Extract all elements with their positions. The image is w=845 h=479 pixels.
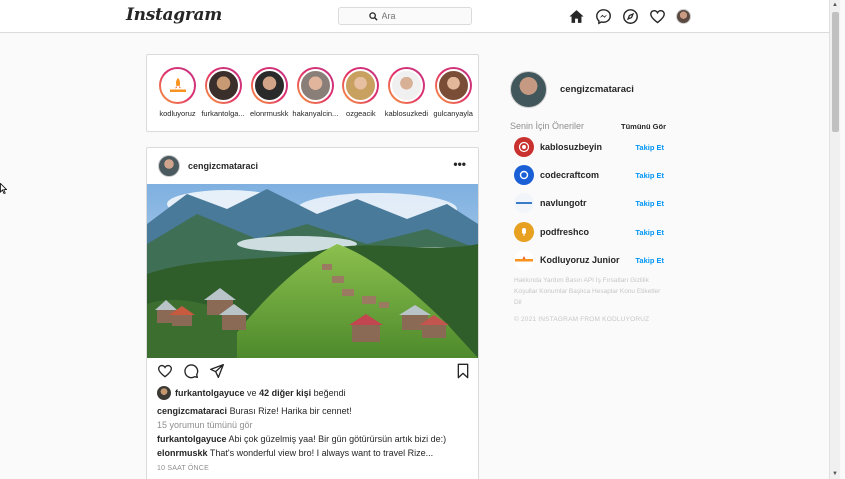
post-author-username[interactable]: cengizcmataraci xyxy=(188,161,258,171)
caption-username[interactable]: cengizcmataraci xyxy=(157,406,227,416)
likes-suffix: beğendi xyxy=(313,388,346,398)
story-username: ozgeacik xyxy=(346,109,376,118)
view-all-comments-link[interactable]: 15 yorumun tümünü gör xyxy=(157,420,253,430)
story-item[interactable]: kablosuzkedi xyxy=(384,67,429,131)
messenger-icon[interactable] xyxy=(595,8,612,25)
story-item[interactable]: kodluyoruz xyxy=(159,67,196,131)
search-icon xyxy=(368,11,378,21)
instagram-logo[interactable]: Instagram xyxy=(126,5,222,25)
story-avatar xyxy=(389,69,423,102)
follow-button[interactable]: Takip Et xyxy=(635,256,664,265)
follow-button[interactable]: Takip Et xyxy=(635,199,664,208)
footer-links[interactable]: Hakkında Yardım Basın API İş Fırsatları … xyxy=(514,275,664,308)
comment-text: That's wonderful view bro! I always want… xyxy=(209,448,434,458)
search-box[interactable] xyxy=(338,7,472,25)
suggestion-username[interactable]: codecraftcom xyxy=(540,170,599,180)
liker-username[interactable]: furkantolgayuce xyxy=(175,388,245,398)
current-user-avatar[interactable] xyxy=(510,71,547,108)
post-photo[interactable] xyxy=(147,184,478,358)
comment-text: Abi çok güzelmiş yaa! Bir gün götürürsün… xyxy=(228,434,447,444)
likes-others-count[interactable]: 42 diğer kişi xyxy=(259,388,311,398)
story-item[interactable]: hakanyalcin... xyxy=(292,67,339,131)
search-input[interactable] xyxy=(381,11,442,21)
suggestion-item: navlungotr Takip Et xyxy=(514,193,664,213)
current-user-username[interactable]: cengizcmataraci xyxy=(560,84,634,95)
story-username: elonrmuskk xyxy=(250,109,289,118)
story-username: kodluyoruz xyxy=(159,109,196,118)
story-item[interactable]: furkantolga... xyxy=(201,67,245,131)
scroll-down-icon[interactable]: ▼ xyxy=(832,471,838,477)
story-item[interactable]: gulcanyayla xyxy=(433,67,473,131)
likes-conjunction: ve xyxy=(247,388,257,398)
post-header: cengizcmataraci ••• xyxy=(147,148,478,184)
suggestion-item: podfreshco Takip Et xyxy=(514,222,664,242)
story-avatar xyxy=(252,69,286,102)
page-scrollbar[interactable]: ▲ ▼ xyxy=(829,0,840,479)
mouse-cursor-icon xyxy=(0,183,7,194)
current-user: cengizcmataraci xyxy=(510,71,634,108)
suggestions-title: Senin İçin Öneriler xyxy=(510,121,585,131)
suggestion-username[interactable]: Kodluyoruz Junior xyxy=(540,255,620,265)
story-username: hakanyalcin... xyxy=(292,109,339,118)
suggestion-username[interactable]: kablosuzbeyin xyxy=(540,142,602,152)
scroll-up-icon[interactable]: ▲ xyxy=(832,2,838,8)
story-avatar xyxy=(344,69,378,102)
follow-button[interactable]: Takip Et xyxy=(635,171,664,180)
copyright-text: © 2021 INSTAGRAM FROM KODLUYORUZ xyxy=(514,316,650,323)
story-username: kablosuzkedi xyxy=(384,109,429,118)
like-heart-icon[interactable] xyxy=(157,363,173,379)
post-timestamp: 10 SAAT ÖNCE xyxy=(157,465,209,472)
suggestion-avatar[interactable] xyxy=(514,165,534,185)
post-caption: cengizcmataraci Burası Rize! Harika bir … xyxy=(157,406,352,416)
feed-post: cengizcmataraci ••• furkantolgayuce ve 4… xyxy=(146,147,479,479)
comment-item: elonrmuskk That's wonderful view bro! I … xyxy=(157,448,433,458)
suggestion-avatar[interactable] xyxy=(514,193,534,213)
story-item[interactable]: elonrmuskk xyxy=(250,67,288,131)
story-avatar xyxy=(436,69,470,102)
suggestion-avatar[interactable] xyxy=(514,250,534,270)
suggestion-avatar[interactable] xyxy=(514,137,534,157)
home-icon[interactable] xyxy=(568,8,585,25)
story-username: furkantolga... xyxy=(201,109,245,118)
comment-username[interactable]: furkantolgayuce xyxy=(157,434,227,444)
nav-icons xyxy=(568,8,691,24)
comment-icon[interactable] xyxy=(183,363,199,379)
suggestion-avatar[interactable] xyxy=(514,222,534,242)
story-username: gulcanyayla xyxy=(433,109,473,118)
story-avatar xyxy=(298,69,332,102)
explore-icon[interactable] xyxy=(622,8,639,25)
suggestion-username[interactable]: podfreshco xyxy=(540,227,589,237)
heart-icon[interactable] xyxy=(649,8,666,25)
likes-summary: furkantolgayuce ve 42 diğer kişi beğendi xyxy=(157,386,346,400)
comment-item: furkantolgayuce Abi çok güzelmiş yaa! Bi… xyxy=(157,434,446,444)
profile-avatar[interactable] xyxy=(676,8,691,24)
share-icon[interactable] xyxy=(209,363,225,379)
comment-username[interactable]: elonrmuskk xyxy=(157,448,208,458)
suggestion-username[interactable]: navlungotr xyxy=(540,198,587,208)
top-navigation-bar: Instagram xyxy=(0,0,829,33)
bookmark-icon[interactable] xyxy=(456,363,470,379)
scrollbar-thumb[interactable] xyxy=(832,12,839,132)
kodluyoruz-logo-icon xyxy=(161,69,194,102)
stories-tray: kodluyoruz furkantolga... elonrmuskk hak… xyxy=(146,54,479,132)
liker-avatar[interactable] xyxy=(157,386,171,400)
post-actions xyxy=(157,363,225,379)
more-options-icon[interactable]: ••• xyxy=(453,157,466,171)
see-all-link[interactable]: Tümünü Gör xyxy=(621,122,666,131)
suggestion-item: kablosuzbeyin Takip Et xyxy=(514,137,664,157)
follow-button[interactable]: Takip Et xyxy=(635,228,664,237)
follow-button[interactable]: Takip Et xyxy=(635,143,664,152)
post-author-avatar[interactable] xyxy=(158,155,180,177)
story-avatar xyxy=(206,69,240,102)
suggestion-item: codecraftcom Takip Et xyxy=(514,165,664,185)
story-item[interactable]: ozgeacik xyxy=(342,67,380,131)
suggestion-item: Kodluyoruz Junior Takip Et xyxy=(514,250,664,270)
caption-text: Burası Rize! Harika bir cennet! xyxy=(229,406,352,416)
